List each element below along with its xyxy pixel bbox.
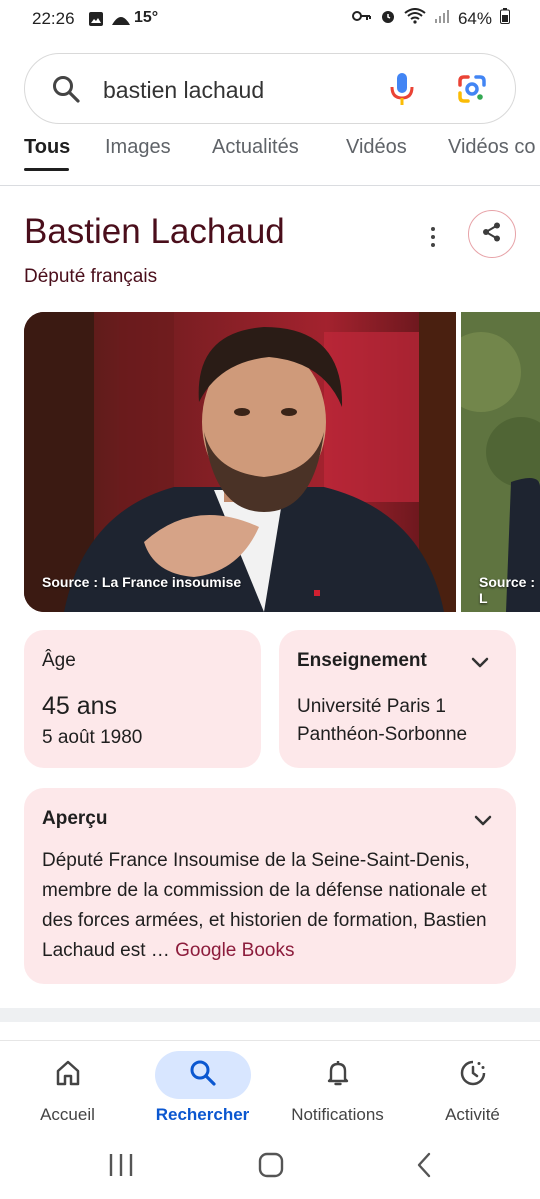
key-icon xyxy=(351,9,372,28)
photo-caption: Source : La France insoumise xyxy=(42,574,242,590)
nav-label: Notifications xyxy=(291,1105,384,1124)
back-icon[interactable] xyxy=(412,1152,438,1183)
wifi-icon xyxy=(404,8,426,29)
system-navigation-bar xyxy=(0,1140,540,1199)
alarm-icon xyxy=(380,8,396,29)
birth-date: 5 août 1980 xyxy=(42,727,143,748)
home-icon xyxy=(53,1058,83,1093)
search-tabs: Tous Images Actualités Vidéos Vidéos co xyxy=(0,126,540,186)
weather-icon xyxy=(110,10,132,28)
overview-text-block: Député France Insoumise de la Seine-Sain… xyxy=(42,846,504,966)
share-icon xyxy=(481,221,503,248)
portrait-photo xyxy=(24,312,456,612)
overview-label: Aperçu xyxy=(42,808,108,829)
overview-card[interactable]: Aperçu Député France Insoumise de la Sei… xyxy=(24,788,516,984)
education-label: Enseignement xyxy=(297,650,427,671)
share-button[interactable] xyxy=(468,210,516,258)
status-right: 64% xyxy=(351,8,510,29)
entity-subtitle: Député français xyxy=(24,266,158,287)
recent-apps-icon[interactable] xyxy=(108,1152,134,1183)
nav-label: Rechercher xyxy=(155,1105,250,1124)
search-bar[interactable]: bastien lachaud xyxy=(24,53,516,124)
search-icon xyxy=(188,1058,218,1093)
tab-videos-courtes[interactable]: Vidéos co xyxy=(448,136,535,159)
home-button-icon[interactable] xyxy=(258,1152,284,1183)
photo-caption: Source : L xyxy=(479,574,536,606)
gallery-icon xyxy=(88,10,104,28)
age-value: 45 ans xyxy=(42,692,118,720)
google-lens-icon[interactable] xyxy=(457,74,487,109)
tab-videos[interactable]: Vidéos xyxy=(346,136,407,159)
second-photo xyxy=(461,312,540,612)
bottom-navigation: Accueil Rechercher Notifications Activit… xyxy=(0,1040,540,1140)
nav-notifications[interactable]: Notifications xyxy=(270,1041,405,1141)
nav-label: Accueil xyxy=(40,1105,95,1124)
entity-photo-1[interactable]: Source : La France insoumise xyxy=(24,312,456,612)
tab-tous[interactable]: Tous xyxy=(24,136,70,159)
activity-icon xyxy=(458,1058,488,1093)
entity-title: Bastien Lachaud xyxy=(24,212,285,251)
chevron-down-icon[interactable] xyxy=(472,810,494,837)
more-options-button[interactable] xyxy=(420,222,446,252)
search-input[interactable]: bastien lachaud xyxy=(103,77,264,104)
entity-photo-2[interactable]: Source : L xyxy=(461,312,540,612)
battery-icon xyxy=(500,8,510,29)
status-bar: 22:26 15° 64% xyxy=(0,0,540,40)
status-temperature: 15° xyxy=(134,9,159,26)
section-divider xyxy=(0,1008,540,1022)
battery-level: 64% xyxy=(457,8,492,28)
active-tab-indicator xyxy=(24,168,69,171)
nav-rechercher[interactable]: Rechercher xyxy=(135,1041,270,1141)
status-time: 22:26 xyxy=(32,9,75,28)
nav-activite[interactable]: Activité xyxy=(405,1041,540,1141)
education-value: Université Paris 1 Panthéon-Sorbonne xyxy=(297,696,468,745)
more-vert-icon xyxy=(431,227,435,231)
tab-actualites[interactable]: Actualités xyxy=(212,136,299,159)
age-label: Âge xyxy=(42,650,76,671)
overview-source-link[interactable]: Google Books xyxy=(175,940,294,961)
search-icon[interactable] xyxy=(51,74,81,109)
education-card[interactable]: Enseignement Université Paris 1 Panthéon… xyxy=(279,630,516,768)
tab-images[interactable]: Images xyxy=(105,136,171,159)
nav-label: Activité xyxy=(445,1105,500,1124)
age-card[interactable]: Âge 45 ans 5 août 1980 xyxy=(24,630,261,768)
nav-accueil[interactable]: Accueil xyxy=(0,1041,135,1141)
signal-icon xyxy=(434,8,450,29)
chevron-down-icon[interactable] xyxy=(469,652,491,679)
bell-icon xyxy=(323,1058,353,1093)
microphone-icon[interactable] xyxy=(389,71,415,112)
